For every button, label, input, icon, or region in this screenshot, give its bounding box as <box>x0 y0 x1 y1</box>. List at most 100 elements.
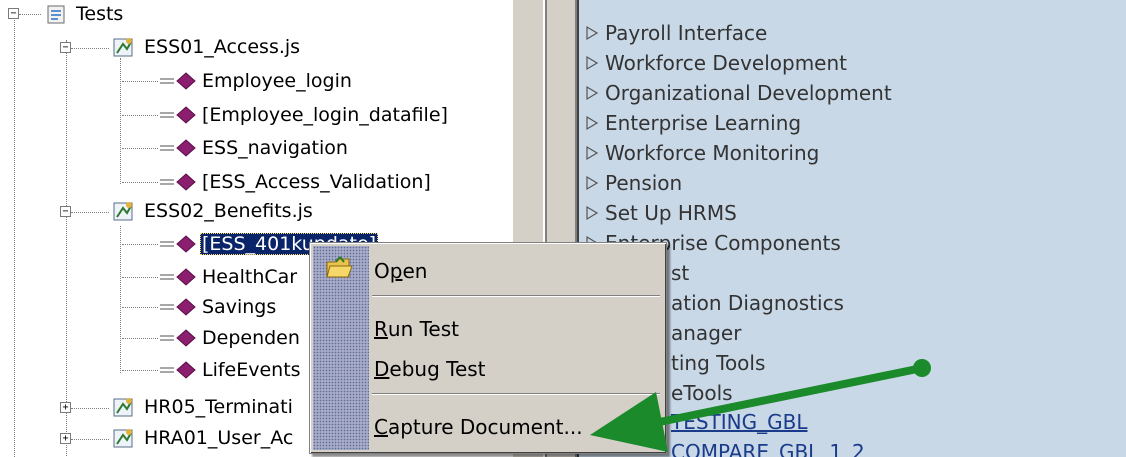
menu-item-partial[interactable]: ting Tools <box>671 348 765 378</box>
tree-file-hra01[interactable]: HRA01_User_Ac <box>112 425 295 451</box>
menu-item[interactable]: Pension <box>585 168 682 198</box>
script-file-icon <box>112 35 136 59</box>
context-menu-debug-test[interactable]: Debug Test <box>374 349 486 389</box>
tree-file-label: ESS01_Access.js <box>144 36 301 58</box>
tree-root-tests[interactable]: Tests <box>46 1 125 27</box>
menu-item-label: ation Diagnostics <box>671 291 844 315</box>
menu-link[interactable]: COMPARE_GBL_1_2 <box>671 440 865 457</box>
menu-item-partial[interactable]: eTools <box>671 378 733 408</box>
menu-item[interactable]: Set Up HRMS <box>585 198 737 228</box>
tree-root-label: Tests <box>76 3 124 25</box>
tree-function-label: [ESS_Access_Validation] <box>202 171 431 193</box>
menu-item-label: ting Tools <box>671 351 766 375</box>
function-icon <box>160 106 196 124</box>
menu-item[interactable]: Enterprise Learning <box>585 108 801 138</box>
tree-line <box>71 439 109 440</box>
tree-function-label: Employee_login <box>202 70 352 92</box>
menu-item-label: Workforce Development <box>605 51 848 75</box>
tree-function-item[interactable]: LifeEvents <box>160 357 303 383</box>
tree-line <box>122 182 158 183</box>
script-file-icon <box>112 426 136 450</box>
context-menu-capture-document[interactable]: Capture Document... <box>374 407 583 447</box>
menu-text: ebug Test <box>389 357 486 381</box>
selected-label-part: [ESS_401k <box>202 233 302 255</box>
function-icon <box>160 72 196 90</box>
context-menu: Op en Run Test Debug Test Capture Documen… <box>309 242 667 454</box>
menu-item-label: Pension <box>605 171 683 195</box>
tree-line <box>122 370 158 371</box>
tree-line <box>71 48 109 49</box>
expand-triangle-icon <box>585 83 599 103</box>
menu-separator <box>372 295 660 297</box>
collapse-toggle[interactable]: − <box>60 42 71 53</box>
tree-function-item[interactable]: Savings <box>160 294 278 320</box>
menu-item-partial[interactable]: st <box>671 258 689 288</box>
menu-text: apture Document... <box>387 415 583 439</box>
tree-file-ess02[interactable]: ESS02_Benefits.js <box>112 198 315 224</box>
menu-item-partial[interactable]: ation Diagnostics <box>671 288 844 318</box>
tree-line <box>71 212 109 213</box>
expand-triangle-icon <box>585 203 599 223</box>
tree-line <box>14 20 15 457</box>
tree-function-item[interactable]: Employee_login <box>160 68 354 94</box>
tree-function-label: Dependen <box>202 327 300 349</box>
tree-file-label: HR05_Terminati <box>144 396 293 418</box>
menu-link[interactable]: TESTING_GBL <box>671 410 807 434</box>
tree-file-label: HRA01_User_Ac <box>144 427 294 449</box>
tree-line <box>122 81 158 82</box>
tree-function-item[interactable]: ESS_navigation <box>160 135 350 161</box>
tree-file-hr05[interactable]: HR05_Terminati <box>112 394 295 420</box>
tree-line <box>122 338 158 339</box>
tree-line <box>122 115 158 116</box>
function-icon <box>160 268 196 286</box>
tree-line <box>120 226 121 373</box>
menu-text: O <box>374 259 390 283</box>
tree-line <box>19 14 41 15</box>
tree-function-item[interactable]: [ESS_Access_Validation] <box>160 169 433 195</box>
context-menu-run-test[interactable]: Run Test <box>374 309 459 349</box>
menu-text: en <box>402 259 428 283</box>
tree-function-label: [Employee_login_datafile] <box>202 104 448 126</box>
tree-function-item[interactable]: HealthCar <box>160 264 299 290</box>
tree-line <box>66 40 67 457</box>
menu-item-label: Workforce Monitoring <box>605 141 820 165</box>
script-file-icon <box>112 395 136 419</box>
collapse-toggle[interactable]: − <box>60 206 71 217</box>
menu-item-partial[interactable]: anager <box>671 318 741 348</box>
menu-item-label: Organizational Development <box>605 81 892 105</box>
expand-toggle[interactable]: + <box>60 433 71 444</box>
expand-toggle[interactable]: + <box>60 402 71 413</box>
function-icon <box>160 329 196 347</box>
tree-function-item[interactable]: Dependen <box>160 325 302 351</box>
menu-text: un Test <box>387 317 459 341</box>
tree-line <box>122 148 158 149</box>
tree-file-label: ESS02_Benefits.js <box>144 200 313 222</box>
tree-line <box>120 58 121 184</box>
cut-off-menu-item <box>599 0 819 6</box>
context-menu-open[interactable]: Op en <box>374 251 427 291</box>
menu-item-label: st <box>671 261 690 285</box>
mnemonic: C <box>374 415 388 439</box>
menu-item[interactable]: Organizational Development <box>585 78 892 108</box>
tree-file-ess01[interactable]: ESS01_Access.js <box>112 34 302 60</box>
tree-function-item[interactable]: [Employee_login_datafile] <box>160 102 450 128</box>
menu-item-label: eTools <box>671 381 733 405</box>
function-icon <box>160 173 196 191</box>
menu-item-label: Enterprise Learning <box>605 111 802 135</box>
collapse-toggle[interactable]: − <box>8 8 19 19</box>
menu-item[interactable]: Payroll Interface <box>585 18 767 48</box>
tree-line <box>71 408 109 409</box>
tree-line <box>122 244 158 245</box>
script-file-icon <box>112 199 136 223</box>
menu-separator <box>372 393 660 395</box>
tree-line <box>122 307 158 308</box>
tree-line <box>122 277 158 278</box>
expand-triangle-icon <box>585 143 599 163</box>
expand-triangle-icon <box>585 23 599 43</box>
tree-function-label: Savings <box>202 296 277 318</box>
menu-item[interactable]: Workforce Monitoring <box>585 138 819 168</box>
menu-item-label: Payroll Interface <box>605 21 768 45</box>
menu-item[interactable]: Workforce Development <box>585 48 847 78</box>
mnemonic: p <box>389 259 403 283</box>
expand-triangle-icon <box>585 173 599 193</box>
